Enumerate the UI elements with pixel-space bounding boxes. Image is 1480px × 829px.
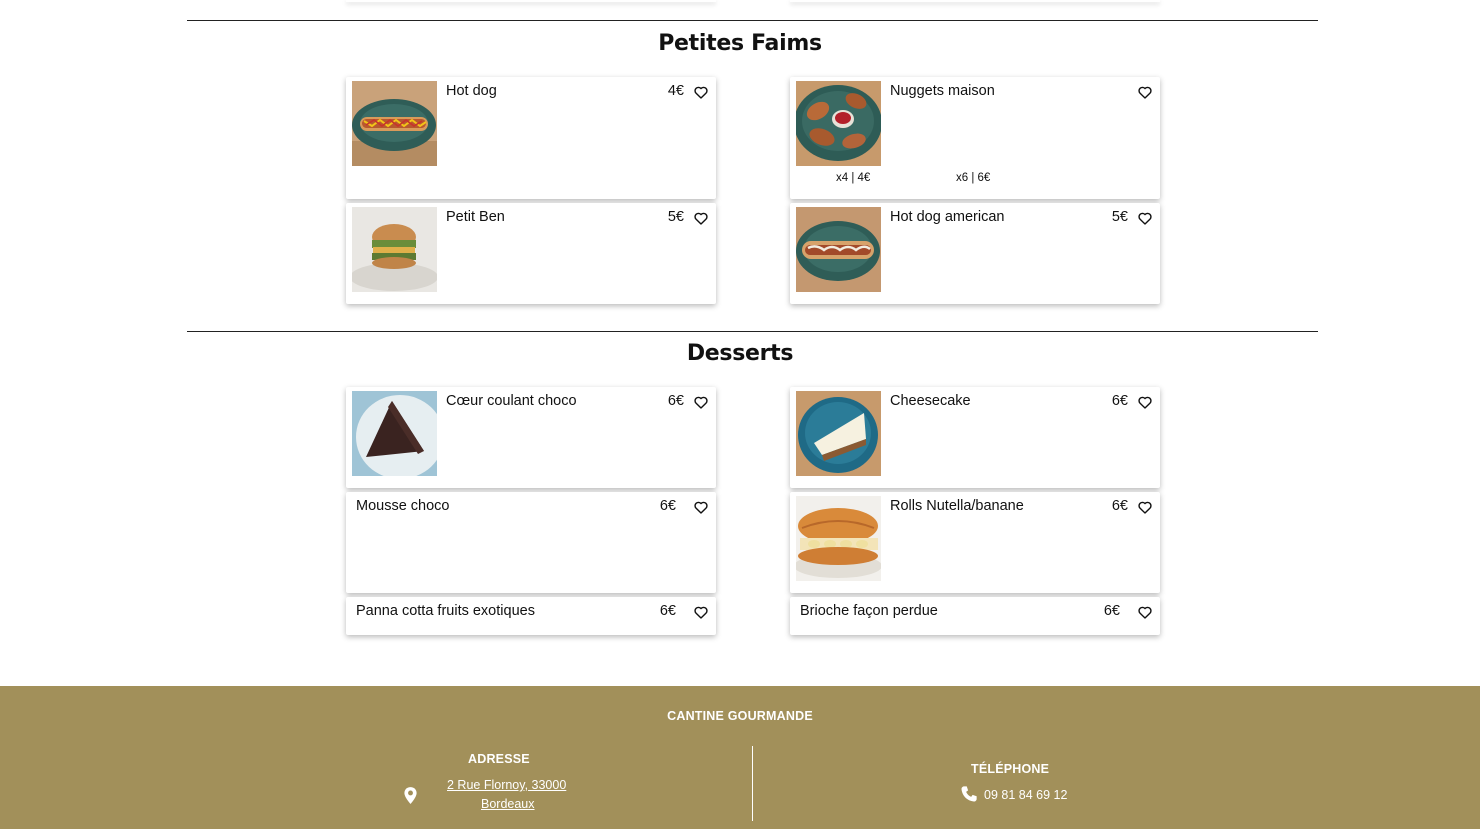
- menu-item-brioche-facon-perdue[interactable]: Brioche façon perdue 6€: [790, 597, 1160, 635]
- heart-icon[interactable]: [694, 396, 708, 409]
- heart-icon[interactable]: [1138, 501, 1152, 514]
- phone-number[interactable]: 09 81 84 69 12: [984, 788, 1067, 802]
- phone-icon: [961, 786, 977, 802]
- item-name: Hot dog: [446, 83, 497, 99]
- menu-item-coeur-coulant-choco[interactable]: Cœur coulant choco 6€: [346, 387, 716, 488]
- item-price: 5€: [1111, 209, 1128, 225]
- item-variant-x6[interactable]: x6 | 6€: [956, 172, 990, 184]
- petit-ben-photo: [352, 207, 437, 292]
- heart-icon[interactable]: [694, 212, 708, 225]
- hot-dog-american-photo: [796, 207, 881, 292]
- heart-icon[interactable]: [694, 606, 708, 619]
- section-divider: [187, 331, 1318, 332]
- heart-icon[interactable]: [1138, 606, 1152, 619]
- footer-divider: [752, 746, 753, 821]
- section-title-desserts: Desserts: [686, 341, 794, 366]
- item-price: 5€: [667, 209, 684, 225]
- item-price: 6€: [667, 393, 684, 409]
- coeur-coulant-photo: [352, 391, 437, 476]
- site-footer: CANTINE GOURMANDE ADRESSE 2 Rue Flornoy,…: [0, 686, 1480, 829]
- heart-icon[interactable]: [1138, 212, 1152, 225]
- menu-item-petit-ben[interactable]: Petit Ben 5€: [346, 203, 716, 304]
- menu-item-rolls-nutella-banane[interactable]: Rolls Nutella/banane 6€: [790, 492, 1160, 593]
- address-link-line1[interactable]: 2 Rue Flornoy, 33000: [447, 778, 566, 792]
- cheesecake-photo: [796, 391, 881, 476]
- item-price: 6€: [1103, 603, 1120, 619]
- previous-card-edge: [790, 0, 1160, 2]
- menu-item-hot-dog[interactable]: Hot dog 4€: [346, 77, 716, 199]
- map-pin-icon: [404, 787, 417, 804]
- footer-brand: CANTINE GOURMANDE: [667, 709, 813, 723]
- previous-card-edge: [346, 0, 716, 2]
- heart-icon[interactable]: [694, 501, 708, 514]
- item-name: Rolls Nutella/banane: [890, 498, 1024, 514]
- hot-dog-photo: [352, 81, 437, 166]
- section-title-petites-faims: Petites Faims: [658, 31, 822, 56]
- nuggets-photo: [796, 81, 881, 166]
- menu-item-panna-cotta[interactable]: Panna cotta fruits exotiques 6€: [346, 597, 716, 635]
- rolls-nutella-photo: [796, 496, 881, 581]
- item-price: 4€: [667, 83, 684, 99]
- phone-label: TÉLÉPHONE: [971, 762, 1050, 776]
- item-price: 6€: [1111, 393, 1128, 409]
- menu-item-cheesecake[interactable]: Cheesecake 6€: [790, 387, 1160, 488]
- item-name: Hot dog american: [890, 209, 1005, 225]
- heart-icon[interactable]: [694, 86, 708, 99]
- item-name: Panna cotta fruits exotiques: [356, 603, 535, 619]
- item-variant-x4[interactable]: x4 | 4€: [836, 172, 870, 184]
- item-price: 6€: [1111, 498, 1128, 514]
- menu-item-hot-dog-american[interactable]: Hot dog american 5€: [790, 203, 1160, 304]
- item-price: 6€: [659, 603, 676, 619]
- address-label: ADRESSE: [468, 752, 530, 766]
- address-link-line2[interactable]: Bordeaux: [481, 797, 535, 811]
- heart-icon[interactable]: [1138, 86, 1152, 99]
- item-price: 6€: [659, 498, 676, 514]
- heart-icon[interactable]: [1138, 396, 1152, 409]
- item-name: Mousse choco: [356, 498, 450, 514]
- menu-item-mousse-choco[interactable]: Mousse choco 6€: [346, 492, 716, 593]
- item-name: Nuggets maison: [890, 83, 995, 99]
- item-name: Brioche façon perdue: [800, 603, 938, 619]
- section-divider: [187, 20, 1318, 21]
- item-name: Cœur coulant choco: [446, 393, 577, 409]
- item-name: Petit Ben: [446, 209, 505, 225]
- menu-item-nuggets-maison[interactable]: Nuggets maison x4 | 4€ x6 | 6€: [790, 77, 1160, 199]
- item-name: Cheesecake: [890, 393, 971, 409]
